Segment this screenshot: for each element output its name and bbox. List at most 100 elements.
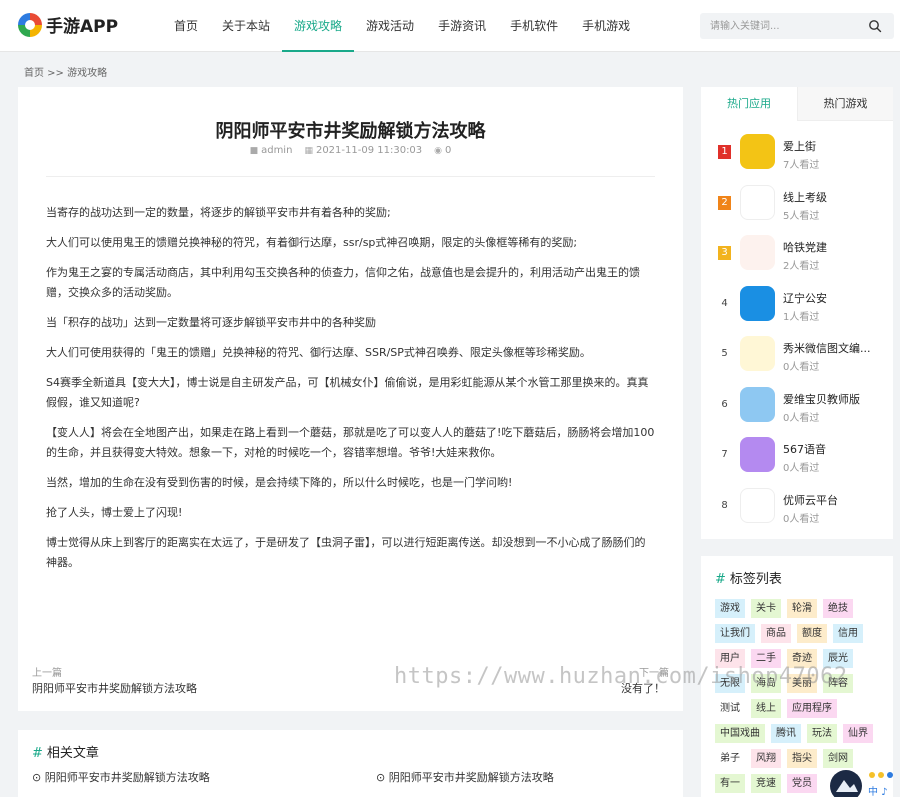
rank-badge: 7 (721, 449, 728, 460)
tag-item[interactable]: 玩法 (807, 724, 837, 743)
tag-item[interactable]: 额度 (797, 624, 827, 643)
tag-item[interactable]: 绝技 (823, 599, 853, 618)
related-item-text: 阴阳师平安市井奖励解锁方法攻略 (388, 771, 554, 784)
rank-badge: 3 (718, 246, 731, 260)
app-icon[interactable] (740, 336, 775, 371)
tag-item[interactable]: 中国戏曲 (715, 724, 765, 743)
app-name[interactable]: 辽宁公安 (783, 290, 827, 306)
article-meta: ■ admin ▦ 2021-11-09 11:30:03 ◉ 0 (18, 145, 683, 156)
app-row[interactable]: 8 优师云平台 0人看过 (701, 483, 893, 533)
prev-label: 上一篇 (32, 668, 62, 679)
calendar-icon: ▦ (304, 145, 313, 156)
rank-badge: 2 (718, 195, 731, 210)
tag-item[interactable]: 让我们 (715, 624, 755, 643)
tag-item[interactable]: 测试 (715, 699, 745, 718)
tag-item[interactable]: 弟子 (715, 749, 745, 768)
publish-date: 2021-11-09 11:30:03 (315, 145, 423, 156)
nav-home[interactable]: 首页 (162, 0, 210, 52)
app-name[interactable]: 爱维宝贝教师版 (783, 391, 860, 407)
app-icon[interactable] (740, 184, 775, 220)
tag-item[interactable]: 仙界 (843, 724, 873, 743)
app-name[interactable]: 哈铁党建 (783, 239, 827, 255)
article-body: 当寄存的战功达到一定的数量，将逐步的解锁平安市井有着各种的奖励; 大人们可以使用… (46, 203, 655, 583)
views-meta: ◉ 0 (434, 145, 451, 156)
nav-mobile-news[interactable]: 手游资讯 (426, 0, 498, 52)
tag-item[interactable]: 商品 (761, 624, 791, 643)
tag-item[interactable]: 关卡 (751, 599, 781, 618)
paragraph: 当然，增加的生命在没有受到伤害的时候，是会持续下降的，所以什么时候吃，也是一门学… (46, 476, 513, 489)
date-meta: ▦ 2021-11-09 11:30:03 (304, 145, 422, 156)
app-name[interactable]: 秀米微信图文编... (783, 340, 871, 356)
breadcrumb[interactable]: 首页 >> 游戏攻略 (24, 64, 107, 79)
nav-game-guides[interactable]: 游戏攻略 (282, 0, 355, 52)
tag-item[interactable]: 风翔 (751, 749, 781, 768)
app-views: 0人看过 (783, 412, 820, 424)
tag-item[interactable]: 游戏 (715, 599, 745, 618)
tab-hot-games[interactable]: 热门游戏 (797, 87, 893, 121)
hot-tabs: 热门应用 热门游戏 (701, 87, 893, 121)
app-views: 0人看过 (783, 362, 820, 373)
rank-badge: 4 (721, 297, 728, 309)
hash-icon: # (32, 746, 43, 761)
tag-item[interactable]: 轮滑 (787, 599, 817, 618)
prev-article-link[interactable]: 阴阳师平安市井奖励解锁方法攻略 (32, 680, 197, 696)
tags-title: # 标签列表 (715, 568, 782, 587)
tag-item[interactable]: 腾讯 (771, 724, 801, 743)
paragraph: 大人们可使用获得的「鬼王的馈赠」兑换神秘的符咒、御行达摩、SSR/SP式神召唤券… (46, 346, 591, 359)
tab-hot-apps[interactable]: 热门应用 (701, 87, 797, 121)
paragraph: 【变人人】将会在全地图产出，如果走在路上看到一个蘑菇，那就是吃了可以变人人的蘑菇… (46, 426, 655, 459)
app-row[interactable]: 1 爱上街 7人看过 (701, 129, 893, 179)
tag-item[interactable]: 应用程序 (787, 699, 837, 718)
related-title-text: 相关文章 (46, 746, 99, 761)
related-item[interactable]: ⊙ 阴阳师平安市井奖励解锁方法攻略 (376, 769, 554, 785)
search-input[interactable] (710, 18, 860, 34)
floating-mascot-icon[interactable]: 中 ♪ (828, 766, 900, 797)
app-name[interactable]: 爱上街 (783, 138, 816, 154)
app-name[interactable]: 567语音 (783, 441, 826, 457)
paragraph: 当「积存的战功」达到一定数量将可逐步解锁平安市井中的各种奖励 (46, 316, 376, 329)
article-card: 阴阳师平安市井奖励解锁方法攻略 ■ admin ▦ 2021-11-09 11:… (18, 87, 683, 711)
paragraph: S4赛季全新道具【变大大】，博士说是自主研发产品，可【机械女仆】偷偷说，是用彩虹… (46, 376, 649, 409)
app-name[interactable]: 优师云平台 (783, 492, 838, 508)
paragraph: 博士觉得从床上到客厅的距离实在太远了，于是研发了【虫洞子雷】，可以进行短距离传送… (46, 536, 646, 569)
rank-badge: 5 (721, 348, 728, 359)
app-row[interactable]: 7 567语音 0人看过 (701, 432, 893, 482)
nav-mobile-games[interactable]: 手机游戏 (570, 0, 642, 52)
app-row[interactable]: 4 辽宁公安 1人看过 (701, 281, 893, 331)
hash-icon: # (715, 572, 726, 587)
app-icon[interactable] (740, 386, 775, 422)
app-icon[interactable] (740, 487, 775, 523)
tag-item[interactable]: 线上 (751, 699, 781, 718)
app-icon[interactable] (740, 437, 775, 472)
rank-badge: 1 (718, 145, 731, 159)
app-row[interactable]: 3 哈铁党建 2人看过 (701, 230, 893, 280)
tag-item[interactable]: 竞速 (751, 774, 781, 793)
paragraph: 大人们可以使用鬼王的馈赠兑换神秘的符咒，有着御行达摩，ssr/sp式神召唤期，限… (46, 236, 578, 249)
hot-apps-panel: 热门应用 热门游戏 1 爱上街 7人看过 2 线上考级 5人看过 3 哈铁党建 2人看过 4 辽宁公… (701, 87, 893, 539)
search-icon[interactable] (868, 19, 882, 33)
app-row[interactable]: 6 爱维宝贝教师版 0人看过 (701, 382, 893, 432)
app-views: 5人看过 (783, 210, 820, 222)
related-item[interactable]: ⊙ 阴阳师平安市井奖励解锁方法攻略 (32, 769, 210, 785)
site-logo[interactable]: 手游APP (18, 12, 118, 37)
tag-item[interactable]: 党员 (787, 774, 817, 793)
app-icon[interactable] (740, 134, 775, 169)
tag-item[interactable]: 指尖 (787, 749, 817, 768)
app-row[interactable]: 5 秀米微信图文编... 0人看过 (701, 331, 893, 381)
app-name[interactable]: 线上考级 (783, 189, 827, 205)
app-icon[interactable] (740, 235, 775, 270)
nav-game-events[interactable]: 游戏活动 (354, 0, 426, 52)
view-count: 0 (445, 145, 452, 156)
eye-icon: ◉ (434, 145, 443, 156)
app-row[interactable]: 2 线上考级 5人看过 (701, 180, 893, 230)
tag-item[interactable]: 有一 (715, 774, 745, 793)
author-name: admin (261, 145, 293, 156)
related-title: # 相关文章 (32, 742, 99, 761)
app-views: 0人看过 (783, 463, 820, 474)
app-icon[interactable] (740, 285, 775, 321)
search-box (700, 13, 894, 39)
tags-title-text: 标签列表 (729, 572, 782, 587)
tag-item[interactable]: 信用 (833, 624, 863, 643)
nav-about[interactable]: 关于本站 (210, 0, 282, 52)
nav-mobile-software[interactable]: 手机软件 (498, 0, 570, 52)
